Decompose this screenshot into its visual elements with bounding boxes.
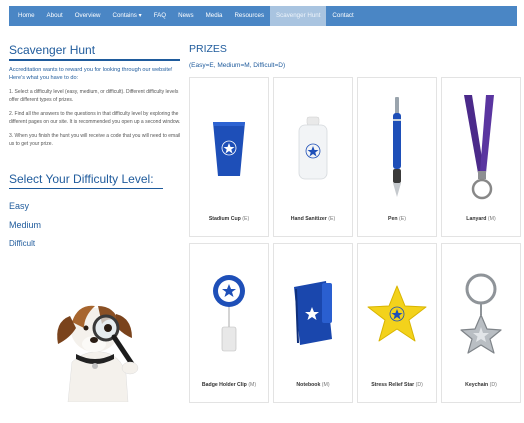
prize-name: Pen xyxy=(388,216,398,222)
prize-level: (E) xyxy=(242,216,250,222)
step-1: 1. Select a difficulty level (easy, medi… xyxy=(9,89,179,103)
prize-name: Notebook xyxy=(296,382,321,388)
prize-card-notebook[interactable]: Notebook (M) xyxy=(273,243,353,403)
prize-level: (E) xyxy=(399,216,406,222)
prize-level: (E) xyxy=(328,216,336,222)
prize-name: Badge Holder Clip xyxy=(201,382,247,388)
prize-card-stress-relief-star[interactable]: Stress Relief Star (D) xyxy=(357,243,437,403)
nav-home[interactable]: Home xyxy=(12,6,41,26)
prize-name: Stress Relief Star xyxy=(371,382,415,388)
prizes-grid: Stadium Cup (E) Hand Sanitizer (E) Pen (… xyxy=(189,77,521,407)
nav-overview[interactable]: Overview xyxy=(69,6,107,26)
nav-scavenger-hunt[interactable]: Scavenger Hunt xyxy=(270,6,327,26)
difficulty-heading: Select Your Difficulty Level: xyxy=(9,172,163,189)
nav-contains-dropdown[interactable]: Contains ▾ xyxy=(106,6,147,26)
stadium-cup-icon xyxy=(213,122,245,176)
prize-level: (M) xyxy=(487,216,496,222)
nav-resources[interactable]: Resources xyxy=(228,6,270,26)
prize-level: (D) xyxy=(415,382,423,388)
nav-news[interactable]: News xyxy=(172,6,199,26)
difficulty-easy-link[interactable]: Easy xyxy=(9,201,181,211)
hand-sanitizer-icon xyxy=(298,116,328,180)
stress-star-icon xyxy=(367,285,427,342)
prize-name: Hand Sanitizer xyxy=(290,216,327,222)
nav-media[interactable]: Media xyxy=(200,6,229,26)
pen-icon xyxy=(393,97,401,197)
notebook-icon xyxy=(294,281,332,345)
instructions-column: Scavenger Hunt Accreditation wants to re… xyxy=(9,43,181,248)
nav-about[interactable]: About xyxy=(41,6,69,26)
prize-level: (M) xyxy=(321,382,330,388)
prize-name: Lanyard xyxy=(466,216,487,222)
prize-card-keychain[interactable]: Keychain (D) xyxy=(441,243,521,403)
prizes-legend: (Easy=E, Medium=M, Difficult=D) xyxy=(189,62,286,69)
lanyard-icon xyxy=(464,94,494,199)
prizes-heading: PRIZES xyxy=(189,43,227,55)
keychain-icon xyxy=(460,273,502,354)
difficulty-medium-link[interactable]: Medium xyxy=(9,220,181,230)
nav-contact[interactable]: Contact xyxy=(326,6,359,26)
intro-text: Accreditation wants to reward you for lo… xyxy=(9,67,173,81)
step-3: 3. When you finish the hunt you will rec… xyxy=(9,133,181,147)
dog-magnifier-illustration xyxy=(57,305,139,402)
page-title: Scavenger Hunt xyxy=(9,43,180,61)
difficulty-difficult-link[interactable]: Difficult xyxy=(9,239,181,248)
step-2: 2. Find all the answers to the questions… xyxy=(9,111,181,125)
top-navigation: Home About Overview Contains ▾ FAQ News … xyxy=(9,6,517,26)
prize-card-lanyard[interactable]: Lanyard (M) xyxy=(441,77,521,237)
prize-card-stadium-cup[interactable]: Stadium Cup (E) xyxy=(189,77,269,237)
prize-name: Keychain xyxy=(465,382,489,388)
prize-level: (D) xyxy=(489,382,497,388)
prize-name: Stadium Cup xyxy=(208,216,241,222)
prize-level: (M) xyxy=(248,382,257,388)
badge-holder-clip-icon xyxy=(213,275,245,352)
prize-card-badge-holder-clip[interactable]: Badge Holder Clip (M) xyxy=(189,243,269,403)
prize-card-hand-sanitizer[interactable]: Hand Sanitizer (E) xyxy=(273,77,353,237)
nav-faq[interactable]: FAQ xyxy=(148,6,172,26)
prize-card-pen[interactable]: Pen (E) xyxy=(357,77,437,237)
